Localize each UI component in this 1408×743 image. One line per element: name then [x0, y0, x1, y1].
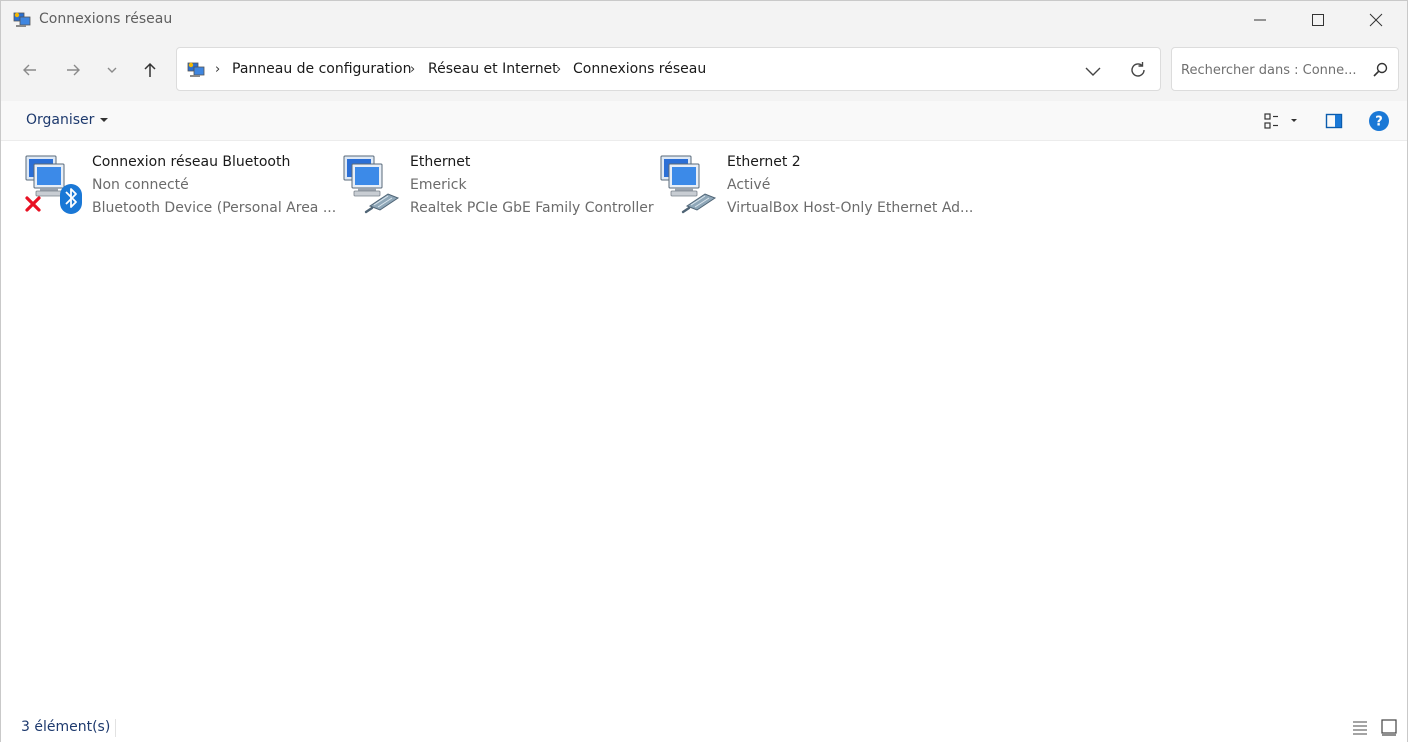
change-view-button[interactable]: [1259, 110, 1301, 132]
breadcrumb-separator: ›: [556, 62, 562, 77]
connection-item-bluetooth[interactable]: Connexion réseau Bluetooth Non connecté …: [24, 152, 337, 222]
up-button[interactable]: [134, 54, 166, 86]
close-button[interactable]: [1347, 1, 1405, 39]
title-bar[interactable]: Connexions réseau: [1, 1, 1407, 39]
close-icon: [1369, 13, 1383, 27]
arrow-left-icon: [23, 64, 36, 76]
forward-button[interactable]: [57, 54, 89, 86]
chevron-down-icon: [107, 67, 117, 73]
status-bar: 3 élément(s): [1, 713, 1407, 743]
breadcrumb-control-panel[interactable]: Panneau de configuration: [232, 61, 411, 77]
connection-item-ethernet-2[interactable]: Ethernet 2 Activé VirtualBox Host-Only E…: [659, 152, 973, 222]
arrow-right-icon: [67, 64, 80, 76]
connection-status: Non connecté: [92, 177, 189, 193]
bluetooth-network-disconnected-icon: [25, 155, 82, 214]
connection-status: Activé: [727, 177, 771, 193]
navigation-bar: › Panneau de configuration › Réseau et I…: [1, 39, 1407, 101]
help-icon: ?: [1369, 111, 1389, 131]
connection-name: Ethernet 2: [727, 154, 801, 170]
caret-down-icon: [100, 118, 109, 122]
breadcrumb-network-internet[interactable]: Réseau et Internet: [428, 61, 558, 77]
organize-button[interactable]: Organiser: [26, 112, 109, 128]
ethernet-network-icon: [343, 155, 400, 214]
connection-device: VirtualBox Host-Only Ethernet Ad...: [727, 200, 974, 216]
item-count: 3 élément(s): [21, 719, 111, 735]
recent-locations-button[interactable]: [96, 54, 128, 86]
minimize-icon: [1254, 19, 1266, 21]
maximize-button[interactable]: [1289, 1, 1347, 39]
network-connections-icon: [187, 62, 205, 77]
breadcrumb-separator: ›: [215, 62, 221, 77]
address-history-chevron-icon[interactable]: [1082, 60, 1104, 82]
organize-label: Organiser: [26, 112, 95, 128]
connection-device: Realtek PCIe GbE Family Controller: [410, 200, 654, 216]
details-view-icon[interactable]: [1350, 717, 1370, 737]
address-bar[interactable]: › Panneau de configuration › Réseau et I…: [176, 47, 1161, 91]
back-button[interactable]: [14, 54, 46, 86]
preview-pane-button[interactable]: [1323, 110, 1345, 132]
command-bar: Organiser ?: [1, 101, 1407, 141]
maximize-icon: [1312, 14, 1324, 26]
connection-device: Bluetooth Device (Personal Area ...: [92, 200, 337, 216]
connection-item-ethernet[interactable]: Ethernet Emerick Realtek PCIe GbE Family…: [342, 152, 654, 222]
ethernet-network-icon: [660, 155, 717, 214]
arrow-up-icon: [144, 62, 156, 77]
window-title: Connexions réseau: [39, 11, 173, 27]
view-options-icon: [1264, 113, 1297, 129]
help-button[interactable]: ?: [1368, 110, 1390, 132]
explorer-window: Connexions réseau › Panneau de configura…: [0, 0, 1408, 743]
svg-text:?: ?: [1375, 115, 1383, 130]
status-divider: [115, 719, 116, 737]
search-box[interactable]: [1171, 47, 1399, 91]
connection-name: Connexion réseau Bluetooth: [92, 154, 291, 170]
breadcrumb-network-connections[interactable]: Connexions réseau: [573, 61, 706, 77]
search-input[interactable]: [1181, 60, 1361, 80]
connection-name: Ethernet: [410, 154, 471, 170]
large-icons-view-icon[interactable]: [1379, 717, 1399, 737]
refresh-icon[interactable]: [1127, 59, 1149, 81]
connections-list: Connexion réseau Bluetooth Non connecté …: [1, 142, 1407, 702]
breadcrumb-separator: ›: [410, 62, 416, 77]
minimize-button[interactable]: [1231, 1, 1289, 39]
connection-status: Emerick: [410, 177, 467, 193]
network-connections-icon: [13, 12, 31, 27]
search-icon[interactable]: [1372, 61, 1389, 78]
preview-pane-icon: [1325, 113, 1343, 129]
